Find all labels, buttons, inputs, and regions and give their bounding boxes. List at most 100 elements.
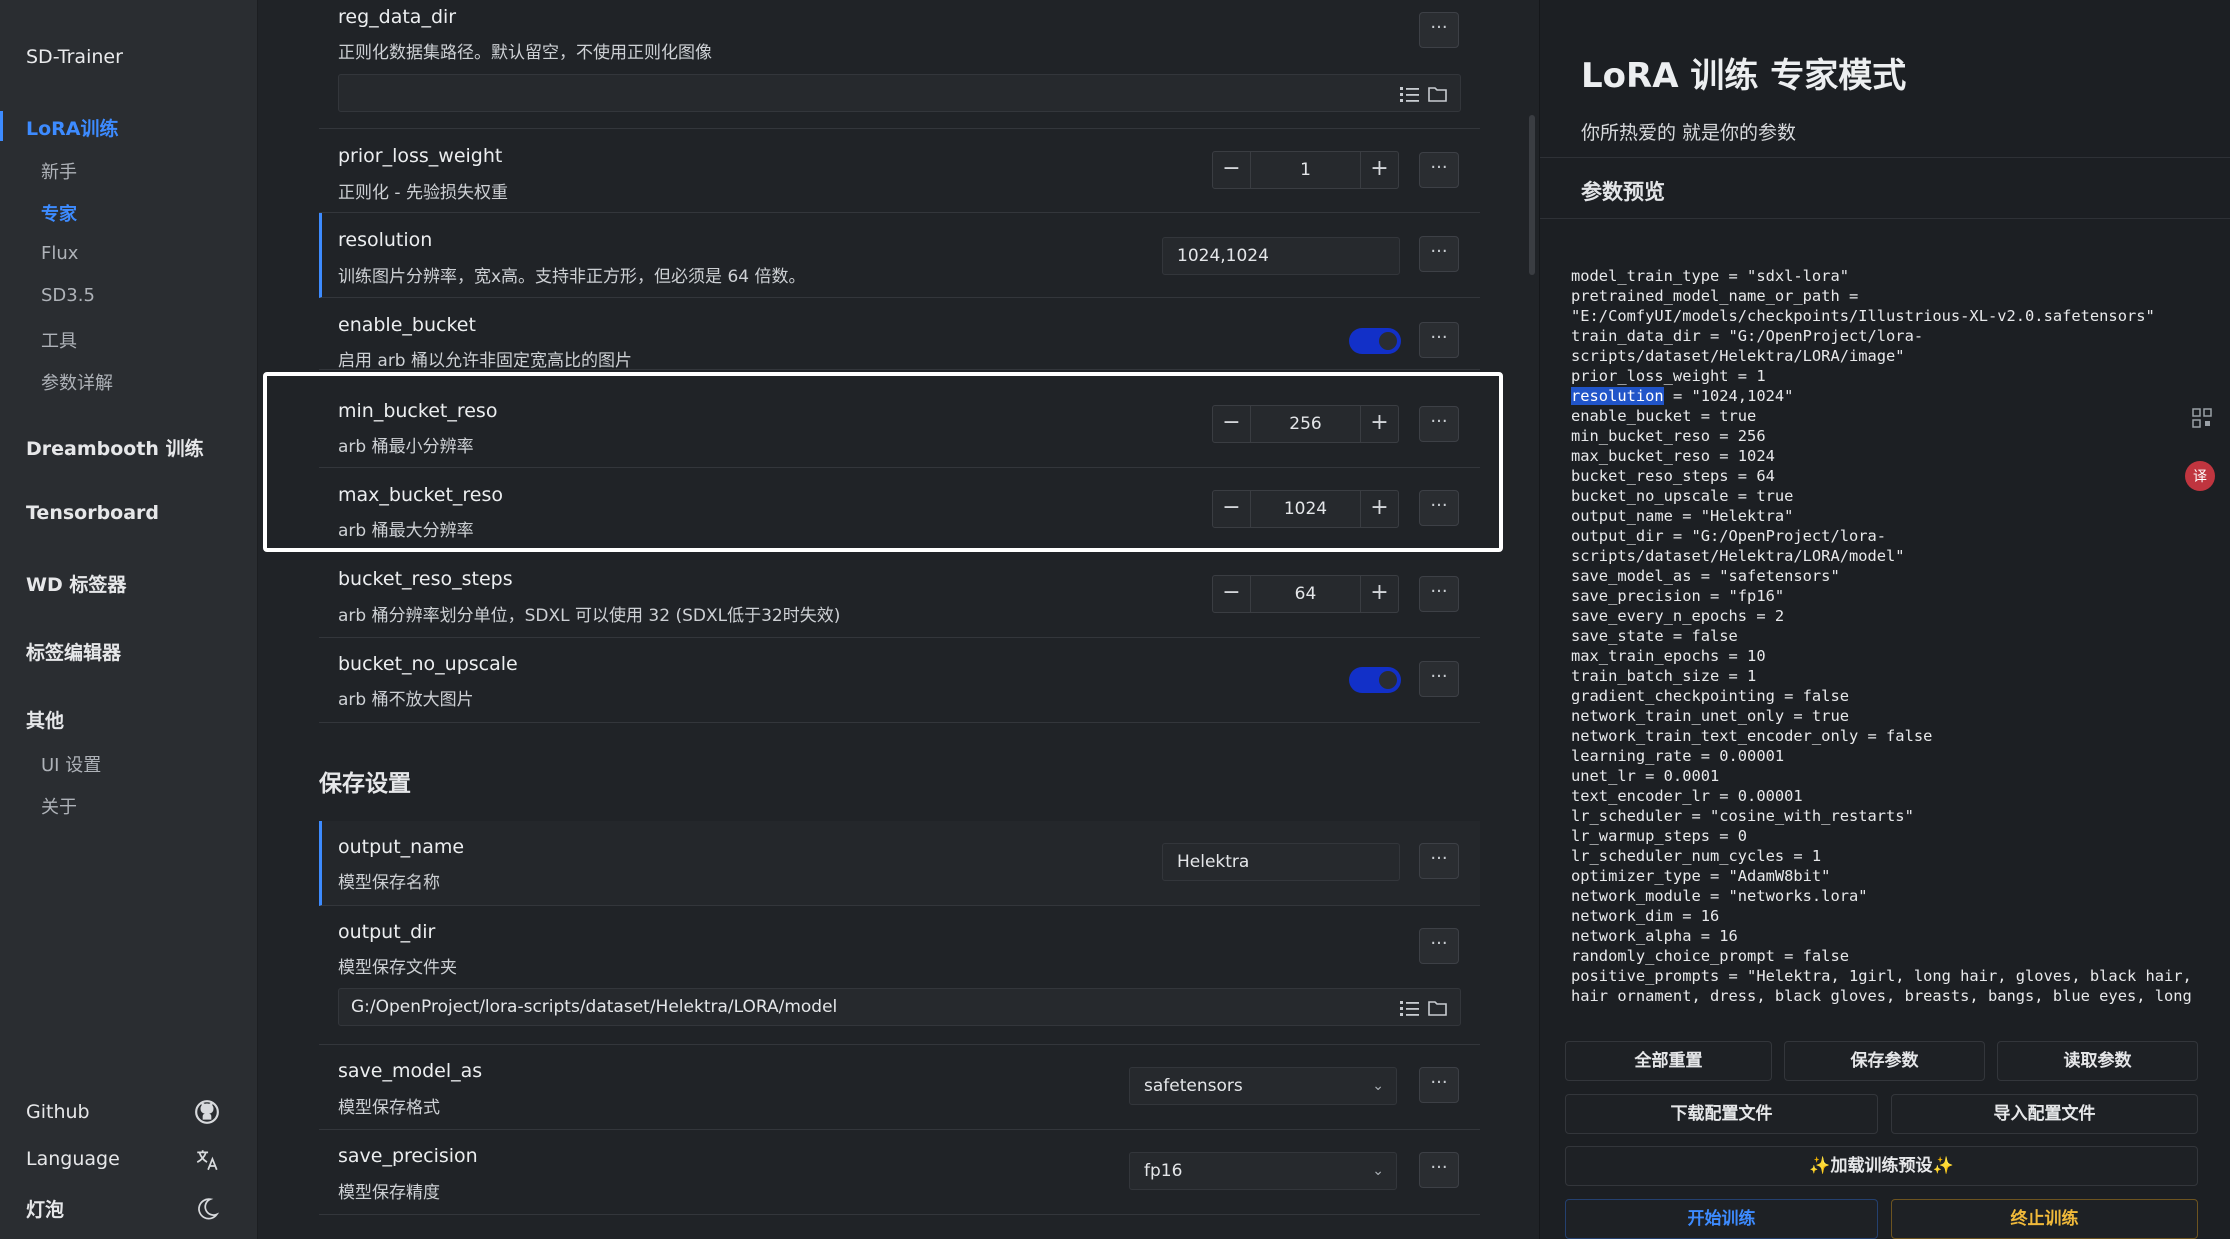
nav-wd-tagger[interactable]: WD 标签器 (26, 570, 126, 597)
more-button[interactable]: ··· (1419, 843, 1459, 879)
save-params-button[interactable]: 保存参数 (1784, 1041, 1985, 1081)
field-desc: 模型保存文件夹 (338, 958, 457, 978)
enable-bucket-toggle[interactable] (1349, 328, 1401, 354)
bucket-no-upscale-toggle[interactable] (1349, 667, 1401, 693)
save-model-as-select[interactable]: safetensors ⌄ (1129, 1067, 1397, 1105)
resolution-input[interactable]: 1024,1024 (1162, 237, 1400, 275)
more-button[interactable]: ··· (1419, 322, 1459, 358)
toggle-knob (1379, 332, 1397, 350)
load-preset-button[interactable]: ✨加载训练预设✨ (1565, 1146, 2198, 1186)
code-line: save_every_n_epochs = 2 (1571, 607, 1785, 625)
start-training-button[interactable]: 开始训练 (1565, 1199, 1878, 1239)
nav-lora-training[interactable]: LoRA训练 (26, 114, 119, 141)
nav-item-ui-settings[interactable]: UI 设置 (41, 751, 101, 777)
nav-tensorboard[interactable]: Tensorboard (26, 502, 159, 524)
increment-button[interactable]: + (1360, 152, 1398, 188)
params-preview-code[interactable]: model_train_type = "sdxl-lora" pretrained… (1571, 266, 2211, 1012)
code-line: network_alpha = 16 (1571, 927, 1738, 945)
more-button[interactable]: ··· (1419, 236, 1459, 272)
field-name: bucket_no_upscale (338, 653, 518, 675)
code-line: save_state = false (1571, 627, 1738, 645)
nav-item-about[interactable]: 关于 (41, 793, 77, 819)
selected-text: resolution (1571, 387, 1664, 405)
stepper-value[interactable]: 64 (1251, 576, 1360, 612)
field-prior-loss-weight: prior_loss_weight 正则化 - 先验损失权重 − 1 + ··· (319, 129, 1480, 213)
field-bucket-reso-steps: bucket_reso_steps arb 桶分辨率划分单位，SDXL 可以使用… (319, 553, 1480, 638)
reg-data-dir-input[interactable] (338, 74, 1461, 112)
qr-scan-icon[interactable] (2191, 407, 2213, 429)
nav-item-expert[interactable]: 专家 (41, 200, 77, 226)
decrement-button[interactable]: − (1213, 576, 1251, 612)
output-name-input[interactable]: Helektra (1162, 843, 1400, 881)
nav-github[interactable]: Github (26, 1101, 90, 1123)
translate-icon[interactable] (194, 1147, 220, 1173)
code-line: output_dir = "G:/OpenProject/lora- (1571, 527, 1887, 545)
more-button[interactable]: ··· (1419, 152, 1459, 188)
code-line: prior_loss_weight = 1 (1571, 367, 1766, 385)
toggle-knob (1379, 671, 1397, 689)
code-line: train_data_dir = "G:/OpenProject/lora- (1571, 327, 1924, 345)
code-line: gradient_checkpointing = false (1571, 687, 1849, 705)
list-icon[interactable] (1399, 998, 1421, 1018)
code-line: randomly_choice_prompt = false (1571, 947, 1849, 965)
list-icon[interactable] (1399, 84, 1421, 104)
nav-item-beginner[interactable]: 新手 (41, 158, 77, 184)
code-line: max_bucket_reso = 1024 (1571, 447, 1775, 465)
stepper-value[interactable]: 1 (1251, 152, 1360, 188)
field-name: reg_data_dir (338, 6, 457, 28)
field-resolution: resolution 训练图片分辨率，宽x高。支持非正方形，但必须是 64 倍数… (319, 213, 1480, 298)
nav-other[interactable]: 其他 (26, 706, 64, 733)
load-params-button[interactable]: 读取参数 (1997, 1041, 2198, 1081)
field-desc: arb 桶分辨率划分单位，SDXL 可以使用 32 (SDXL低于32时失效) (338, 606, 841, 626)
nav-item-tools[interactable]: 工具 (41, 327, 77, 353)
nav-language[interactable]: Language (26, 1148, 120, 1170)
code-line: save_precision = "fp16" (1571, 587, 1785, 605)
moon-icon[interactable] (194, 1196, 220, 1222)
chevron-down-icon: ⌄ (1372, 1078, 1384, 1094)
field-output-name: output_name 模型保存名称 Helektra ··· (319, 821, 1480, 906)
code-line: text_encoder_lr = 0.00001 (1571, 787, 1803, 805)
decrement-button[interactable]: − (1213, 152, 1251, 188)
output-dir-input[interactable]: G:/OpenProject/lora-scripts/dataset/Hele… (338, 988, 1461, 1026)
prior-loss-weight-stepper[interactable]: − 1 + (1212, 151, 1399, 189)
field-name: save_model_as (338, 1060, 483, 1082)
folder-icon[interactable] (1427, 84, 1449, 104)
nav-item-sd35[interactable]: SD3.5 (41, 285, 95, 306)
main-scrollbar[interactable] (1529, 115, 1535, 275)
increment-button[interactable]: + (1360, 576, 1398, 612)
code-line: unet_lr = 0.0001 (1571, 767, 1720, 785)
select-value: safetensors (1144, 1076, 1243, 1096)
panel-subtitle: 你所热爱的 就是你的参数 (1581, 122, 1797, 144)
more-button[interactable]: ··· (1419, 12, 1459, 48)
stop-training-button[interactable]: 终止训练 (1891, 1199, 2198, 1239)
import-config-button[interactable]: 导入配置文件 (1891, 1094, 2198, 1134)
field-save-precision: save_precision 模型保存精度 fp16 ⌄ ··· (319, 1130, 1480, 1215)
brand-title[interactable]: SD-Trainer (26, 46, 123, 68)
select-value: fp16 (1144, 1161, 1183, 1181)
more-button[interactable]: ··· (1419, 661, 1459, 697)
code-line: lr_scheduler = "cosine_with_restarts" (1571, 807, 1914, 825)
nav-dreambooth[interactable]: Dreambooth 训练 (26, 434, 204, 461)
download-config-button[interactable]: 下载配置文件 (1565, 1094, 1878, 1134)
field-name: output_name (338, 836, 465, 858)
bucket-reso-steps-stepper[interactable]: − 64 + (1212, 575, 1399, 613)
nav-active-indicator (0, 111, 3, 141)
nav-item-param-details[interactable]: 参数详解 (41, 369, 113, 395)
save-precision-select[interactable]: fp16 ⌄ (1129, 1152, 1397, 1190)
more-button[interactable]: ··· (1419, 576, 1459, 612)
folder-icon[interactable] (1427, 998, 1449, 1018)
reset-all-button[interactable]: 全部重置 (1565, 1041, 1772, 1081)
highlight-box (263, 372, 1503, 552)
nav-item-flux[interactable]: Flux (41, 243, 78, 264)
field-name: prior_loss_weight (338, 145, 503, 167)
nav-lamp[interactable]: 灯泡 (26, 1195, 64, 1222)
github-icon[interactable] (194, 1099, 220, 1125)
nav-tag-editor[interactable]: 标签编辑器 (26, 638, 121, 665)
code-line: train_batch_size = 1 (1571, 667, 1757, 685)
more-button[interactable]: ··· (1419, 1067, 1459, 1103)
field-output-dir: output_dir 模型保存文件夹 ··· G:/OpenProject/lo… (319, 906, 1480, 1045)
more-button[interactable]: ··· (1419, 928, 1459, 964)
translate-extension-icon[interactable]: 译 (2184, 460, 2216, 492)
more-button[interactable]: ··· (1419, 1152, 1459, 1188)
field-reg-data-dir: reg_data_dir 正则化数据集路径。默认留空，不使用正则化图像 ··· (319, 0, 1480, 126)
